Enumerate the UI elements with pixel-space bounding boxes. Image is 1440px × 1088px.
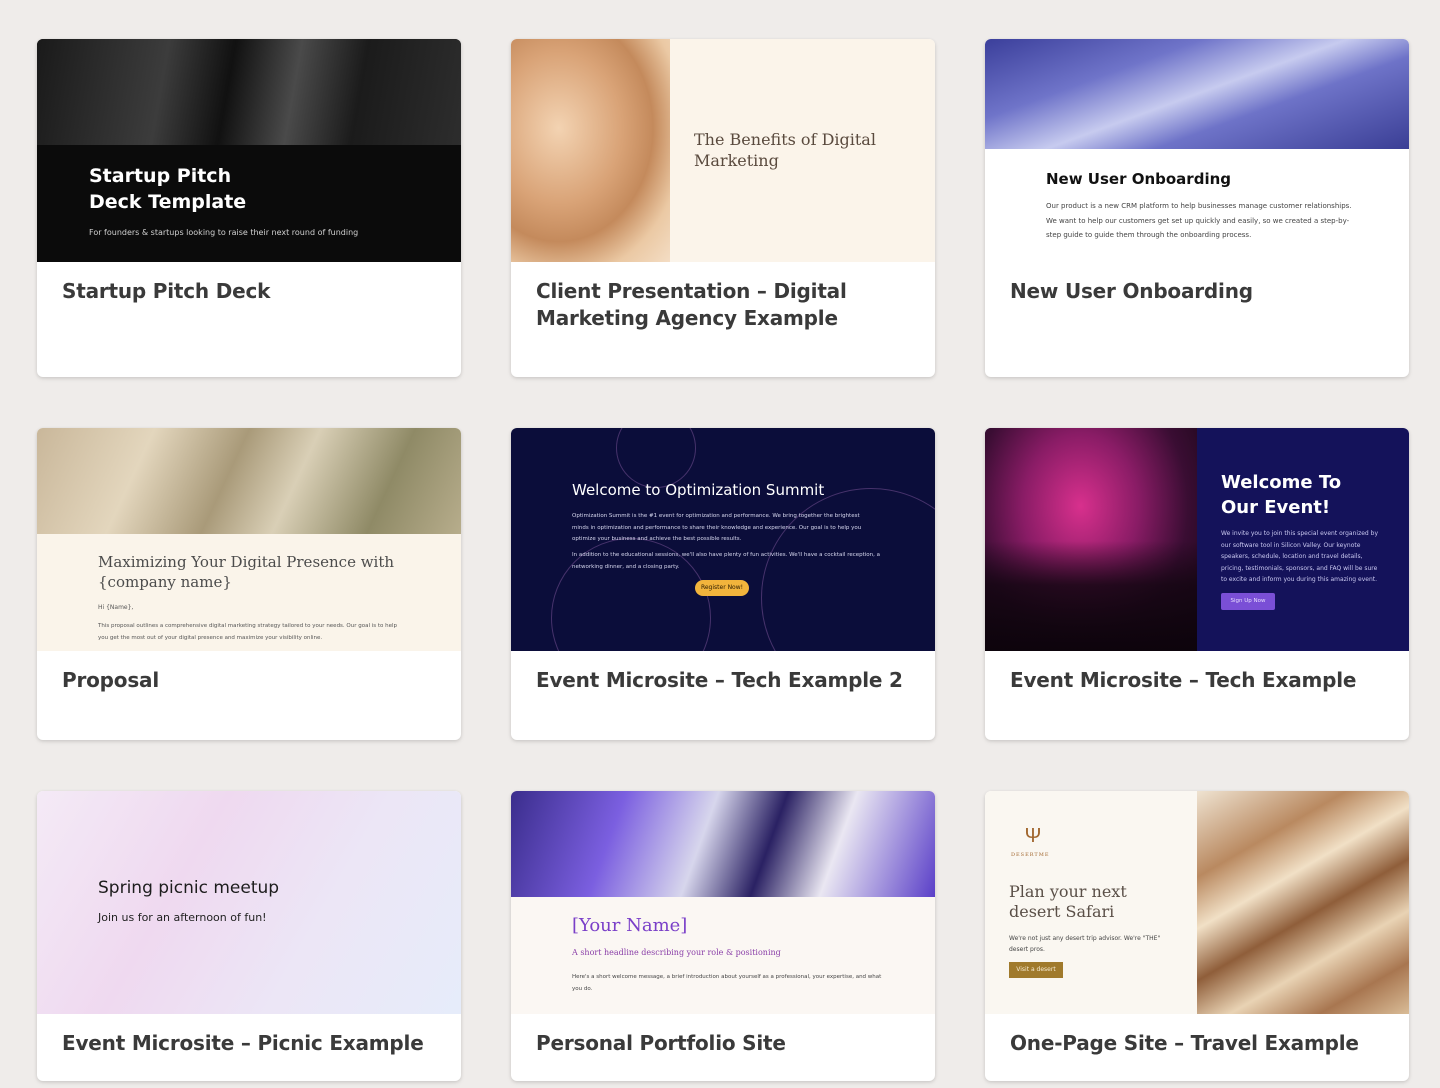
thumbnail-heading: Spring picnic meetup — [98, 878, 280, 898]
template-card-personal-portfolio[interactable]: [Your Name] A short headline describing … — [511, 791, 935, 1081]
template-card-startup-pitch-deck[interactable]: Startup Pitch Deck Template For founders… — [37, 39, 461, 377]
template-card-event-microsite-tech-2[interactable]: Welcome to Optimization Summit Optimizat… — [511, 428, 935, 740]
card-title: New User Onboarding — [1010, 279, 1253, 303]
card-title: One-Page Site – Travel Example — [1010, 1031, 1359, 1055]
desert-dunes-image — [1197, 791, 1409, 1014]
template-thumbnail: The Benefits of Digital Marketing — [511, 39, 935, 262]
thumbnail-subtitle: Join us for an afternoon of fun! — [98, 911, 267, 924]
card-title: Personal Portfolio Site — [536, 1031, 786, 1055]
template-card-one-page-travel[interactable]: Ψ DESERTME Plan your next desert Safari … — [985, 791, 1409, 1081]
sign-up-button: Sign Up Now — [1221, 593, 1275, 610]
thumbnail-body: Here's a short welcome message, a brief … — [572, 974, 882, 992]
thumbnail-body: Optimization Summit is the #1 event for … — [572, 513, 862, 542]
thumbnail-subtitle: For founders & startups looking to raise… — [89, 228, 359, 237]
card-title: Event Microsite – Tech Example — [1010, 668, 1357, 692]
card-title: Client Presentation – Digital Marketing … — [536, 279, 847, 330]
template-card-proposal[interactable]: Maximizing Your Digital Presence with {c… — [37, 428, 461, 740]
template-thumbnail: Maximizing Your Digital Presence with {c… — [37, 428, 461, 651]
card-title: Event Microsite – Tech Example 2 — [536, 668, 903, 692]
thumbnail-heading: Welcome to Optimization Summit — [572, 481, 825, 499]
thumbnail-heading: Plan your next desert Safari — [1009, 882, 1127, 921]
template-thumbnail: Welcome To Our Event! We invite you to j… — [985, 428, 1409, 651]
thumbnail-headline: A short headline describing your role & … — [572, 948, 781, 957]
register-button: Register Now! — [695, 580, 749, 596]
visit-desert-button: Visit a desert — [1009, 962, 1063, 978]
card-title: Proposal — [62, 668, 159, 692]
thumbnail-body: Our product is a new CRM platform to hel… — [1046, 202, 1352, 239]
cactus-icon: Ψ — [1024, 825, 1042, 847]
thumbnail-body: We're not just any desert trip advisor. … — [1009, 935, 1161, 953]
template-card-event-microsite-picnic[interactable]: Spring picnic meetup Join us for an afte… — [37, 791, 461, 1081]
template-card-client-presentation[interactable]: The Benefits of Digital Marketing Client… — [511, 39, 935, 377]
abstract-paper-art-image — [511, 39, 670, 262]
template-thumbnail: [Your Name] A short headline describing … — [511, 791, 935, 1014]
template-thumbnail: Welcome to Optimization Summit Optimizat… — [511, 428, 935, 651]
thumbnail-heading: [Your Name] — [572, 915, 688, 936]
abstract-sand-image — [37, 428, 461, 534]
template-thumbnail: New User Onboarding Our product is a new… — [985, 39, 1409, 262]
template-thumbnail: Ψ DESERTME Plan your next desert Safari … — [985, 791, 1409, 1014]
template-card-event-microsite-tech[interactable]: Welcome To Our Event! We invite you to j… — [985, 428, 1409, 740]
thumbnail-heading: Maximizing Your Digital Presence with {c… — [98, 553, 395, 591]
template-thumbnail: Spring picnic meetup Join us for an afte… — [37, 791, 461, 1014]
template-card-new-user-onboarding[interactable]: New User Onboarding Our product is a new… — [985, 39, 1409, 377]
thumbnail-heading: The Benefits of Digital Marketing — [694, 130, 876, 170]
decorative-ring — [616, 428, 696, 488]
abstract-background-image — [37, 39, 461, 145]
card-title: Startup Pitch Deck — [62, 279, 271, 303]
card-title: Event Microsite – Picnic Example — [62, 1031, 424, 1055]
thumbnail-greeting: Hi {Name}, — [98, 604, 134, 611]
thumbnail-body: In addition to the educational sessions,… — [572, 552, 881, 570]
thumbnail-heading: New User Onboarding — [1046, 170, 1231, 188]
thumbnail-heading: Startup Pitch Deck Template — [89, 165, 247, 213]
abstract-wave-image — [985, 39, 1409, 149]
abstract-purple-wave-image — [511, 791, 935, 897]
template-thumbnail: Startup Pitch Deck Template For founders… — [37, 39, 461, 262]
thumbnail-body: This proposal outlines a comprehensive d… — [98, 623, 398, 641]
brand-logo-text: DESERTME — [1011, 852, 1050, 858]
thumbnail-heading: Welcome To Our Event! — [1221, 472, 1342, 518]
crowd-silhouette — [985, 541, 1197, 651]
thumbnail-body: We invite you to join this special event… — [1221, 530, 1378, 583]
